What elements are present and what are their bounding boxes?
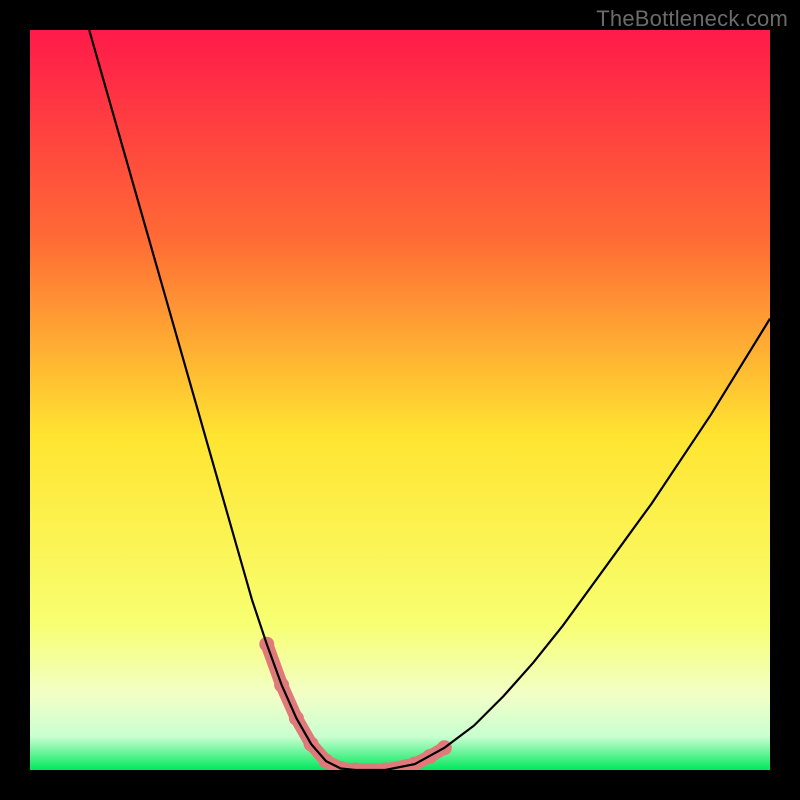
attribution-text: TheBottleneck.com xyxy=(596,6,788,32)
plot-area xyxy=(30,30,770,770)
bottleneck-chart xyxy=(30,30,770,770)
heat-gradient-background xyxy=(30,30,770,770)
chart-frame: TheBottleneck.com xyxy=(0,0,800,800)
